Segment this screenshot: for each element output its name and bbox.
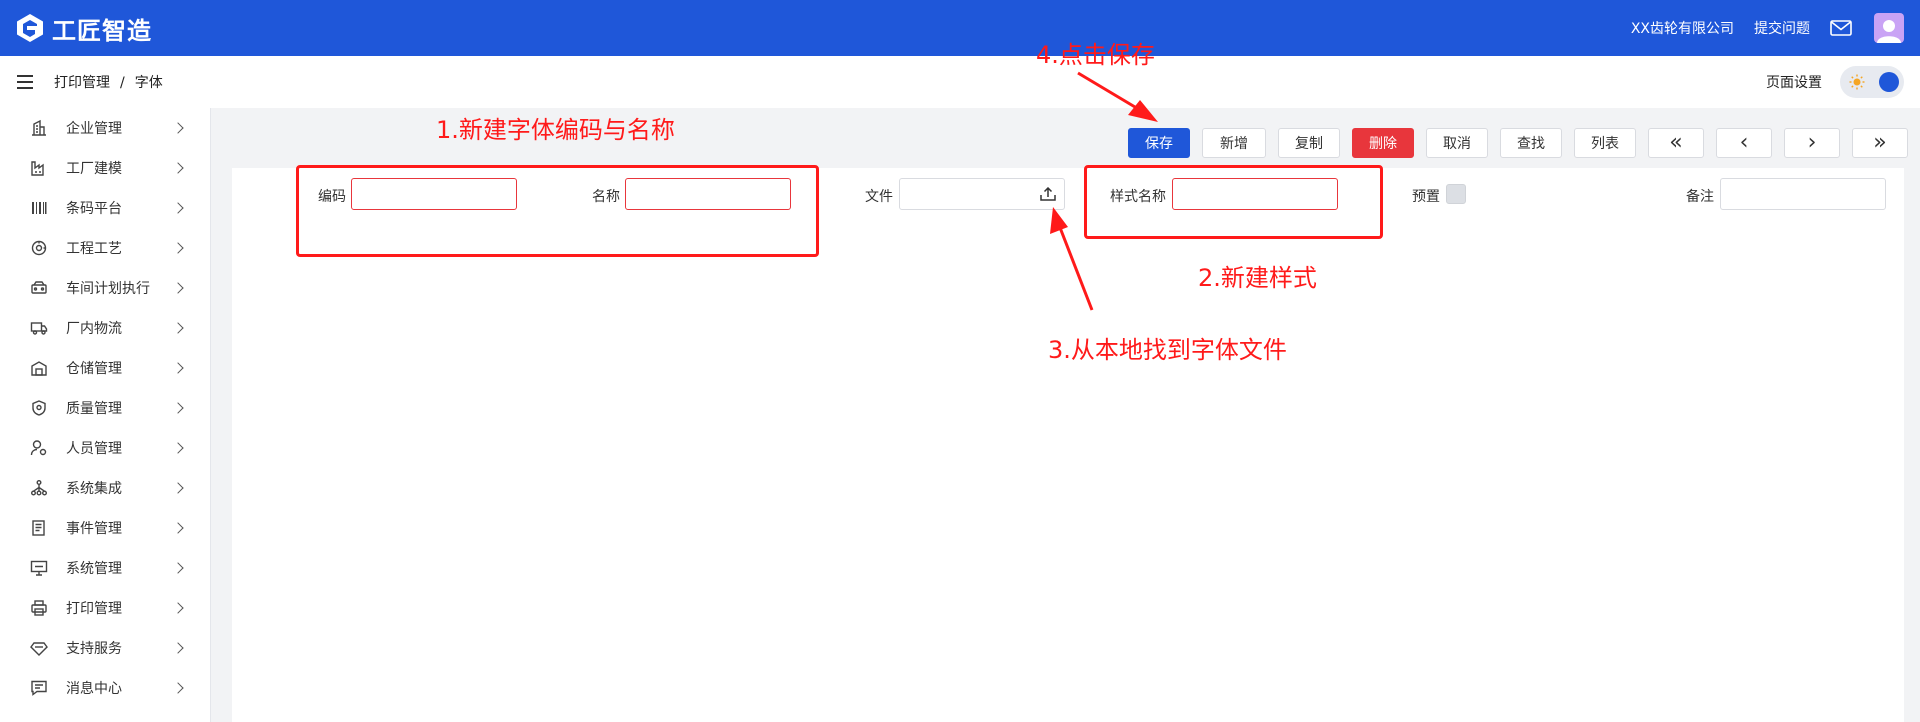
file-label: 文件: [865, 189, 893, 205]
annotation-step2: 2.新建样式: [1198, 264, 1317, 292]
chevron-right-icon: [172, 362, 184, 374]
annotation-step4: 4.点击保存: [1036, 41, 1155, 69]
first-page-button[interactable]: «: [1648, 128, 1704, 158]
annotation-box-style-name: [1084, 165, 1383, 239]
delete-button[interactable]: 删除: [1352, 128, 1414, 158]
chevron-right-icon: [172, 482, 184, 494]
top-header: 工匠智造 XX齿轮有限公司 提交问题: [0, 0, 1920, 56]
save-button[interactable]: 保存: [1128, 128, 1190, 158]
annotation-step1: 1.新建字体编码与名称: [436, 116, 675, 144]
toolbar: 保存 新增 复制 删除 取消 查找 列表 « ‹ › »: [1128, 128, 1908, 158]
sidebar-item-engineering[interactable]: 工程工艺: [0, 228, 210, 268]
sidebar-item-messages[interactable]: 消息中心: [0, 668, 210, 708]
sun-icon: [1849, 74, 1865, 90]
remark-label: 备注: [1686, 189, 1714, 205]
prev-page-button[interactable]: ‹: [1716, 128, 1772, 158]
app-name: 工匠智造: [52, 16, 152, 45]
remark-input[interactable]: [1720, 178, 1886, 210]
logo-icon: [17, 14, 43, 42]
sidebar-item-factory-modeling[interactable]: 工厂建模: [0, 148, 210, 188]
page-settings-link[interactable]: 页面设置: [1766, 72, 1822, 92]
preset-checkbox[interactable]: [1446, 184, 1466, 204]
chevron-right-icon: [172, 642, 184, 654]
barcode-icon: [30, 199, 48, 217]
sidebar-item-integration[interactable]: 系统集成: [0, 468, 210, 508]
annotation-box-code-name: [296, 165, 819, 257]
sidebar-item-personnel[interactable]: 人员管理: [0, 428, 210, 468]
chevron-right-icon: [172, 562, 184, 574]
last-page-button[interactable]: »: [1852, 128, 1908, 158]
shield-icon: [30, 399, 48, 417]
sidebar-item-enterprise[interactable]: 企业管理: [0, 108, 210, 148]
user-gear-icon: [30, 439, 48, 457]
chevron-right-icon: [172, 202, 184, 214]
sidebar-item-workshop[interactable]: 车间计划执行: [0, 268, 210, 308]
sidebar-item-printing[interactable]: 打印管理: [0, 588, 210, 628]
annotation-step3: 3.从本地找到字体文件: [1048, 336, 1287, 364]
sidebar-item-logistics[interactable]: 厂内物流: [0, 308, 210, 348]
breadcrumb-current: 字体: [134, 75, 163, 91]
breadcrumb: 打印管理 / 字体: [54, 72, 163, 92]
chevron-left-icon: ‹: [1739, 130, 1749, 155]
mail-icon[interactable]: [1830, 20, 1852, 36]
add-button[interactable]: 新增: [1202, 128, 1266, 158]
monitor-icon: [30, 559, 48, 577]
toggle-knob: [1879, 72, 1899, 92]
sidebar-item-events[interactable]: 事件管理: [0, 508, 210, 548]
sidebar-item-system[interactable]: 系统管理: [0, 548, 210, 588]
company-name[interactable]: XX齿轮有限公司: [1631, 18, 1734, 38]
sidebar-item-warehouse[interactable]: 仓储管理: [0, 348, 210, 388]
printer-icon: [30, 599, 48, 617]
chevron-right-icon: [172, 242, 184, 254]
avatar[interactable]: [1874, 13, 1904, 43]
double-chevron-right-icon: »: [1873, 130, 1887, 155]
upload-icon[interactable]: [1040, 187, 1056, 201]
find-button[interactable]: 查找: [1500, 128, 1562, 158]
network-icon: [30, 479, 48, 497]
app-logo[interactable]: 工匠智造: [14, 11, 152, 46]
building-icon: [30, 119, 48, 137]
chevron-right-icon: [172, 602, 184, 614]
chevron-right-icon: [172, 442, 184, 454]
chevron-right-icon: [172, 282, 184, 294]
chevron-right-icon: [172, 162, 184, 174]
workshop-icon: [30, 279, 48, 297]
chevron-right-icon: [172, 522, 184, 534]
list-button[interactable]: 列表: [1574, 128, 1636, 158]
chevron-right-icon: [172, 402, 184, 414]
file-field[interactable]: [899, 178, 1065, 210]
chevron-right-icon: [172, 122, 184, 134]
breadcrumb-separator: /: [120, 75, 125, 91]
warehouse-icon: [30, 359, 48, 377]
next-page-button[interactable]: ›: [1784, 128, 1840, 158]
copy-button[interactable]: 复制: [1278, 128, 1340, 158]
truck-icon: [30, 319, 48, 337]
user-icon: [1877, 20, 1901, 43]
theme-toggle[interactable]: [1840, 66, 1904, 98]
submit-issue-link[interactable]: 提交问题: [1754, 18, 1810, 38]
sidebar: 企业管理 工厂建模 条码平台 工程工艺 车间计划执行 厂内物流 仓储管理 质量管…: [0, 108, 211, 722]
diamond-icon: [30, 639, 48, 657]
preset-label: 预置: [1412, 189, 1440, 205]
breadcrumb-parent[interactable]: 打印管理: [54, 75, 110, 91]
menu-toggle-icon[interactable]: [17, 75, 33, 89]
document-icon: [30, 519, 48, 537]
sidebar-item-support[interactable]: 支持服务: [0, 628, 210, 668]
chevron-right-icon: [172, 322, 184, 334]
message-icon: [30, 679, 48, 697]
breadcrumb-bar: 打印管理 / 字体 页面设置: [0, 56, 1920, 108]
chevron-right-icon: ›: [1807, 130, 1817, 155]
double-chevron-left-icon: «: [1669, 130, 1683, 155]
factory-icon: [30, 159, 48, 177]
chevron-right-icon: [172, 682, 184, 694]
sidebar-item-quality[interactable]: 质量管理: [0, 388, 210, 428]
sidebar-item-barcode[interactable]: 条码平台: [0, 188, 210, 228]
cancel-button[interactable]: 取消: [1426, 128, 1488, 158]
process-icon: [30, 239, 48, 257]
